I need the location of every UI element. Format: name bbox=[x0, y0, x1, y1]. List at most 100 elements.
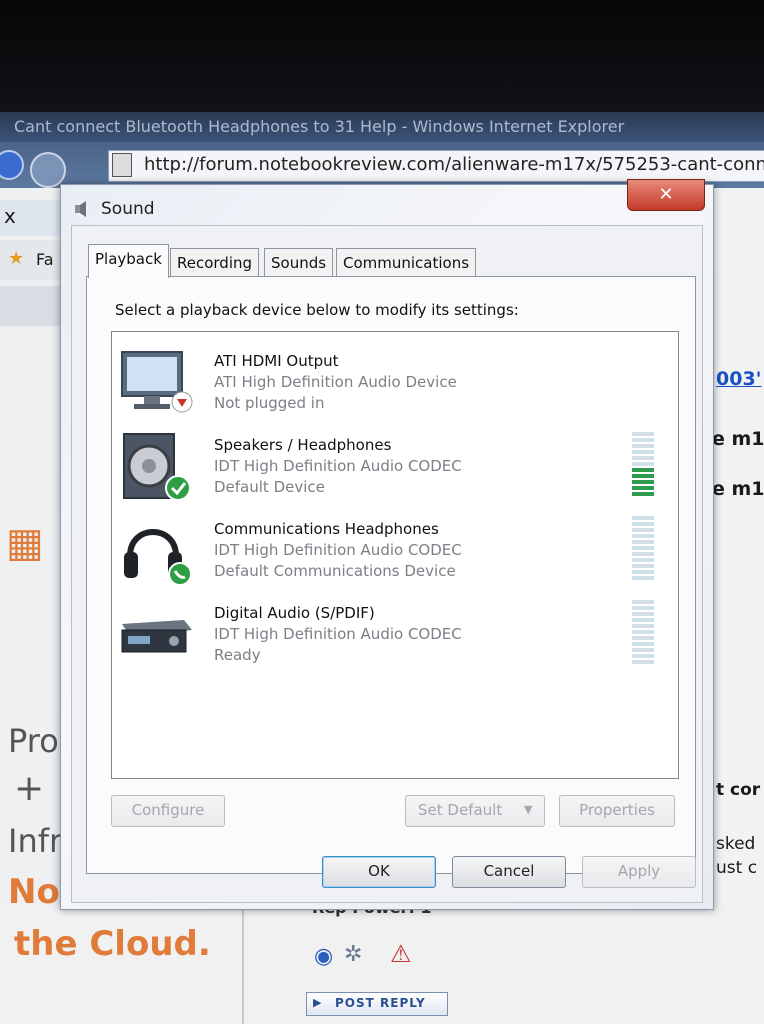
instruction-text: Select a playback device below to modify… bbox=[115, 301, 519, 319]
title-fragment-2: e m1 bbox=[712, 478, 764, 500]
text-fragment-2: sked bbox=[716, 834, 756, 854]
device-name: Communications Headphones bbox=[214, 520, 439, 538]
device-status: Default Communications Device bbox=[214, 562, 456, 580]
ad-line-5[interactable]: the Cloud. bbox=[14, 924, 211, 964]
close-button[interactable]: ✕ bbox=[627, 179, 705, 211]
meter-segment bbox=[632, 648, 654, 652]
dialog-client-area: Playback Recording Sounds Communications… bbox=[71, 225, 703, 903]
meter-segment bbox=[632, 612, 654, 616]
device-description: IDT High Definition Audio CODEC bbox=[214, 457, 462, 475]
device-description: ATI High Definition Audio Device bbox=[214, 373, 457, 391]
meter-segment bbox=[632, 624, 654, 628]
reputation-icon[interactable]: ✲ bbox=[344, 942, 362, 967]
favorites-fragment[interactable]: Fa bbox=[36, 250, 54, 269]
page-icon bbox=[112, 153, 132, 177]
playback-panel: Select a playback device below to modify… bbox=[86, 276, 696, 874]
page-divider bbox=[242, 905, 244, 1024]
meter-segment bbox=[632, 546, 654, 550]
meter-segment bbox=[632, 474, 654, 478]
green-phone-badge bbox=[168, 562, 192, 586]
meter-segment bbox=[632, 522, 654, 526]
post-reply-button[interactable]: ▶ POST REPLY bbox=[306, 992, 448, 1016]
meter-segment bbox=[632, 480, 654, 484]
set-default-button[interactable]: Set Default ▼ bbox=[405, 795, 545, 827]
monitor-icon bbox=[121, 351, 193, 413]
device-item[interactable]: Communications Headphones IDT High Defin… bbox=[112, 510, 678, 590]
cancel-button[interactable]: Cancel bbox=[452, 856, 566, 888]
meter-segment bbox=[632, 492, 654, 496]
configure-label: Configure bbox=[131, 801, 205, 819]
tab-recording-label: Recording bbox=[177, 254, 253, 272]
meter-segment bbox=[632, 570, 654, 574]
green-check-badge bbox=[165, 475, 191, 501]
configure-button[interactable]: Configure bbox=[111, 795, 225, 827]
apply-button[interactable]: Apply bbox=[582, 856, 696, 888]
cancel-label: Cancel bbox=[483, 862, 535, 880]
post-link-fragment[interactable]: 003' bbox=[716, 368, 761, 390]
ok-button[interactable]: OK bbox=[322, 856, 436, 888]
device-item[interactable]: Speakers / Headphones IDT High Definitio… bbox=[112, 426, 678, 506]
device-name: ATI HDMI Output bbox=[214, 352, 339, 370]
properties-label: Properties bbox=[579, 801, 655, 819]
meter-segment bbox=[632, 438, 654, 442]
meter-segment bbox=[632, 642, 654, 646]
volume-meter bbox=[632, 432, 654, 498]
browser-title-bar: Cant connect Bluetooth Headphones to 31 … bbox=[0, 112, 764, 142]
receiver-icon bbox=[121, 620, 192, 653]
tab-communications[interactable]: Communications bbox=[336, 248, 477, 277]
device-status: Not plugged in bbox=[214, 394, 325, 412]
forward-button[interactable] bbox=[30, 152, 66, 188]
meter-segment bbox=[632, 576, 654, 580]
speaker-icon bbox=[123, 433, 191, 501]
dialog-title: Sound bbox=[101, 199, 155, 219]
tab-recording[interactable]: Recording bbox=[170, 248, 260, 277]
meter-segment bbox=[632, 516, 654, 520]
meter-segment bbox=[632, 462, 654, 466]
favorites-star-icon[interactable]: ★ bbox=[8, 248, 24, 269]
ad-line-3: Infr bbox=[8, 822, 63, 860]
meter-segment bbox=[632, 486, 654, 490]
tab-playback-label: Playback bbox=[95, 250, 162, 268]
tab-sounds[interactable]: Sounds bbox=[264, 248, 334, 277]
close-tab-fragment[interactable]: x bbox=[4, 204, 16, 228]
offline-icon: ◉ bbox=[314, 944, 334, 969]
meter-segment bbox=[632, 600, 654, 604]
play-arrow-icon: ▶ bbox=[313, 996, 322, 1009]
meter-segment bbox=[632, 528, 654, 532]
tab-playback[interactable]: Playback bbox=[88, 244, 169, 278]
device-name: Speakers / Headphones bbox=[214, 436, 392, 454]
device-description: IDT High Definition Audio CODEC bbox=[214, 625, 462, 643]
meter-segment bbox=[632, 660, 654, 664]
desk-background bbox=[0, 0, 764, 112]
tab-communications-label: Communications bbox=[343, 254, 470, 272]
device-status: Default Device bbox=[214, 478, 325, 496]
browser-window-title: Cant connect Bluetooth Headphones to 31 … bbox=[14, 117, 625, 136]
apply-label: Apply bbox=[617, 862, 661, 880]
meter-segment bbox=[632, 432, 654, 436]
meter-segment bbox=[632, 468, 654, 472]
report-post-icon[interactable]: ⚠ bbox=[390, 940, 412, 968]
ok-label: OK bbox=[368, 862, 390, 880]
device-item[interactable]: ATI HDMI Output ATI High Definition Audi… bbox=[112, 342, 678, 422]
url-text[interactable]: http://forum.notebookreview.com/alienwar… bbox=[144, 154, 764, 175]
properties-button[interactable]: Properties bbox=[559, 795, 675, 827]
device-list[interactable]: ATI HDMI Output ATI High Definition Audi… bbox=[111, 331, 679, 779]
meter-segment bbox=[632, 636, 654, 640]
device-description: IDT High Definition Audio CODEC bbox=[214, 541, 462, 559]
meter-segment bbox=[632, 450, 654, 454]
device-item[interactable]: Digital Audio (S/PDIF) IDT High Definiti… bbox=[112, 594, 678, 674]
chevron-down-icon[interactable]: ▼ bbox=[524, 796, 532, 824]
ad-line-1: Pro bbox=[8, 722, 59, 760]
page-right-strip bbox=[712, 188, 764, 1024]
meter-segment bbox=[632, 558, 654, 562]
ad-logo-icon: ▦ bbox=[6, 520, 44, 566]
speaker-title-icon bbox=[75, 201, 86, 217]
tab-sounds-label: Sounds bbox=[271, 254, 327, 272]
meter-segment bbox=[632, 444, 654, 448]
command-bar bbox=[0, 286, 60, 326]
volume-meter bbox=[632, 600, 654, 666]
set-default-label: Set Default bbox=[418, 801, 503, 819]
meter-segment bbox=[632, 630, 654, 634]
headphones-icon bbox=[124, 529, 192, 586]
meter-segment bbox=[632, 606, 654, 610]
